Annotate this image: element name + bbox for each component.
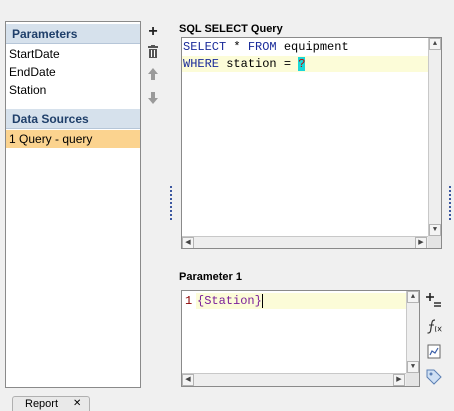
parameter-editor[interactable]: 1 {Station} ▲ ▼ ◀ ▶ bbox=[181, 290, 420, 387]
move-up-icon[interactable] bbox=[145, 67, 161, 83]
scroll-corner bbox=[406, 373, 419, 386]
parameter-vertical-scrollbar[interactable]: ▲ ▼ bbox=[406, 291, 419, 373]
parameter-item-startdate[interactable]: StartDate bbox=[6, 45, 140, 63]
left-splitter[interactable] bbox=[170, 186, 172, 220]
sql-label: SQL SELECT Query bbox=[179, 23, 283, 35]
parameter-line-number: 1 bbox=[185, 294, 193, 308]
sql-horizontal-scrollbar[interactable]: ◀ ▶ bbox=[182, 236, 428, 248]
scroll-left-icon[interactable]: ◀ bbox=[182, 374, 194, 386]
delete-icon[interactable] bbox=[145, 45, 161, 61]
insert-parameter-icon[interactable] bbox=[426, 292, 442, 308]
report-tab[interactable]: Report ✕ bbox=[12, 396, 90, 411]
sql-line-2: WHERE station = ? bbox=[182, 56, 428, 72]
parameter-label: Parameter 1 bbox=[179, 271, 242, 283]
tag-icon[interactable] bbox=[426, 369, 442, 385]
add-icon[interactable]: + bbox=[145, 24, 161, 40]
close-icon[interactable]: ✕ bbox=[73, 398, 81, 409]
scroll-up-icon[interactable]: ▲ bbox=[407, 291, 419, 303]
parameter-horizontal-scrollbar[interactable]: ◀ ▶ bbox=[182, 373, 406, 386]
parameter-item-enddate[interactable]: EndDate bbox=[6, 63, 140, 81]
function-icon[interactable] bbox=[426, 318, 443, 334]
scroll-corner bbox=[428, 236, 441, 248]
datasources-header: Data Sources bbox=[6, 109, 140, 129]
parameter-item-station[interactable]: Station bbox=[6, 81, 140, 99]
scroll-right-icon[interactable]: ▶ bbox=[393, 374, 405, 386]
sql-vertical-scrollbar[interactable]: ▲ ▼ bbox=[428, 38, 441, 236]
scroll-right-icon[interactable]: ▶ bbox=[415, 237, 427, 248]
scroll-left-icon[interactable]: ◀ bbox=[182, 237, 194, 248]
scroll-down-icon[interactable]: ▼ bbox=[407, 361, 419, 373]
right-splitter[interactable] bbox=[449, 186, 451, 220]
report-tab-label: Report bbox=[25, 398, 59, 410]
scroll-down-icon[interactable]: ▼ bbox=[429, 224, 441, 236]
parameters-header: Parameters bbox=[6, 24, 140, 44]
left-panel: Parameters StartDate EndDate Station Dat… bbox=[5, 21, 141, 388]
parameter-value-line: {Station} bbox=[196, 293, 407, 309]
scroll-up-icon[interactable]: ▲ bbox=[429, 38, 441, 50]
datasource-item-query[interactable]: 1 Query - query bbox=[6, 130, 140, 148]
chart-icon[interactable] bbox=[426, 344, 442, 360]
move-down-icon[interactable] bbox=[145, 91, 161, 107]
sql-line-1: SELECT * FROM equipment bbox=[183, 40, 349, 54]
sql-editor[interactable]: SELECT * FROM equipment WHERE station = … bbox=[181, 37, 442, 249]
